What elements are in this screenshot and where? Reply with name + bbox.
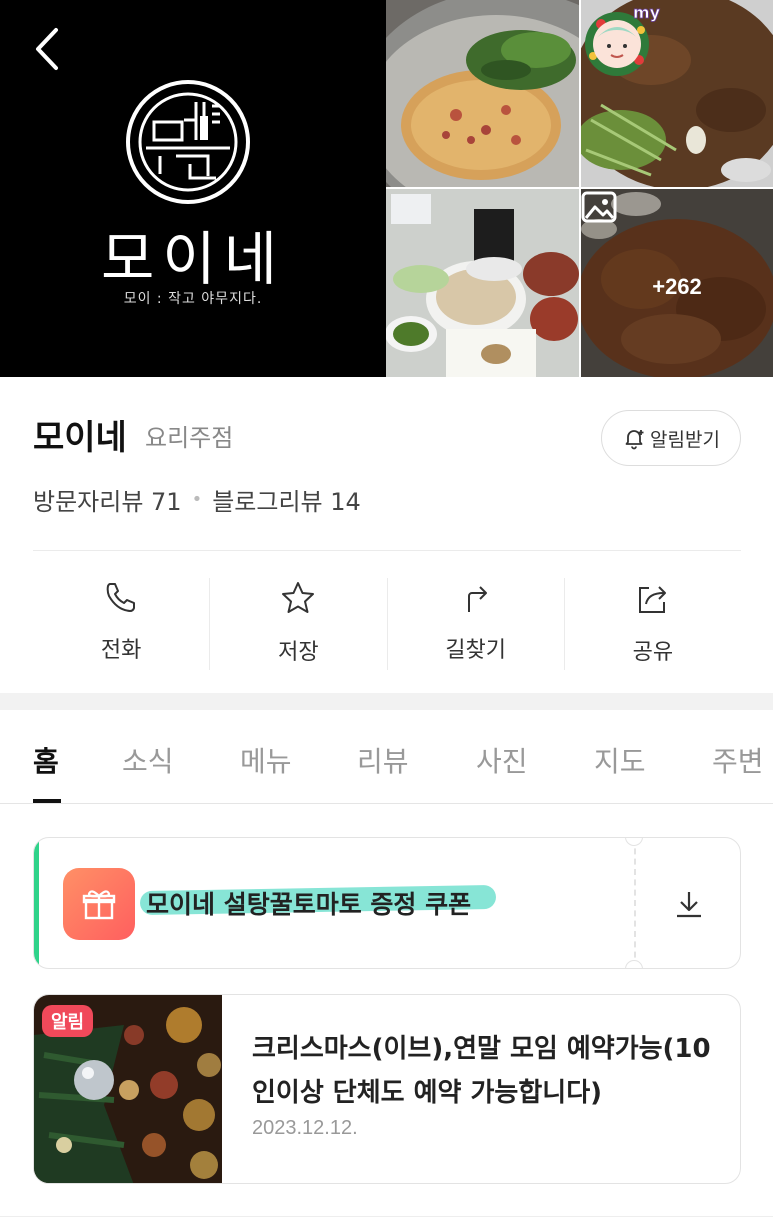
bottom-divider bbox=[0, 1216, 773, 1217]
coupon-accent-bar bbox=[34, 838, 39, 968]
separator-dot: • bbox=[191, 489, 203, 510]
call-label: 전화 bbox=[100, 638, 142, 663]
tab-home[interactable]: 홈 bbox=[33, 740, 59, 780]
logo-tagline: 모이 : 작고 야무지다. bbox=[123, 291, 263, 307]
food-photo-more[interactable]: +262 bbox=[581, 189, 773, 377]
food-photo-2[interactable]: my bbox=[581, 0, 773, 187]
call-button[interactable]: 전화 bbox=[33, 578, 211, 670]
restaurant-logo-emblem bbox=[126, 80, 250, 204]
tab-photos[interactable]: 사진 bbox=[476, 740, 528, 780]
tab-news[interactable]: 소식 bbox=[122, 740, 174, 780]
news-badge: 알림 bbox=[42, 1005, 94, 1037]
share-icon bbox=[638, 586, 666, 613]
divider bbox=[33, 550, 741, 551]
news-card[interactable]: 알림 크리스마스(이브),연말 모임 예약가능(10인이상 단체도 예약 가능합… bbox=[33, 994, 741, 1184]
my-profile-badge[interactable]: my bbox=[581, 0, 661, 80]
notify-button-label: 알림받기 bbox=[650, 428, 720, 451]
action-bar: 전화 저장 길찾기 공유 bbox=[33, 578, 741, 670]
more-photos-overlay[interactable]: +262 bbox=[581, 189, 773, 377]
directions-button[interactable]: 길찾기 bbox=[388, 578, 565, 670]
save-label: 저장 bbox=[278, 640, 319, 665]
news-title: 크리스마스(이브),연말 모임 예약가능(10인이상 단체도 예약 가능합니다) bbox=[252, 1034, 711, 1108]
my-badge-label: my bbox=[633, 3, 661, 22]
directions-icon bbox=[467, 586, 487, 612]
tab-bar: 홈 소식 메뉴 리뷰 사진 지도 주변 bbox=[0, 710, 773, 804]
place-name: 모이네 bbox=[33, 418, 127, 458]
share-label: 공유 bbox=[632, 640, 674, 665]
active-tab-indicator bbox=[33, 799, 61, 803]
coupon-card[interactable]: 모이네 설탕꿀토마토 증정 쿠폰 bbox=[33, 837, 741, 969]
coupon-download-button[interactable] bbox=[636, 838, 740, 968]
coupon-title: 모이네 설탕꿀토마토 증정 쿠폰 bbox=[146, 890, 472, 919]
visitor-reviews-link[interactable]: 방문자리뷰 71 bbox=[33, 482, 182, 517]
news-date: 2023.12.12. bbox=[252, 1117, 358, 1139]
bell-plus-icon bbox=[625, 430, 644, 450]
photo-gallery[interactable]: 모이네 모이 : 작고 야무지다. my +262 bbox=[0, 0, 773, 377]
place-category: 요리주점 bbox=[145, 424, 234, 452]
tab-nearby[interactable]: 주변 bbox=[712, 740, 764, 780]
phone-icon bbox=[106, 583, 136, 612]
tab-reviews[interactable]: 리뷰 bbox=[357, 740, 409, 780]
logo-name: 모이네 bbox=[100, 225, 286, 293]
tab-menu[interactable]: 메뉴 bbox=[240, 740, 292, 780]
more-photos-count: +262 bbox=[652, 274, 702, 299]
section-gap bbox=[0, 693, 773, 710]
food-photo-3[interactable] bbox=[386, 189, 579, 377]
blog-reviews-link[interactable]: 블로그리뷰 14 bbox=[212, 482, 361, 517]
review-summary: 방문자리뷰 71 • 블로그리뷰 14 bbox=[33, 482, 361, 517]
tab-map[interactable]: 지도 bbox=[594, 740, 646, 780]
image-icon bbox=[581, 191, 617, 223]
food-photo-1[interactable] bbox=[386, 0, 579, 187]
back-icon[interactable] bbox=[28, 24, 68, 74]
download-icon bbox=[677, 892, 701, 918]
share-button[interactable]: 공유 bbox=[565, 578, 741, 670]
directions-label: 길찾기 bbox=[445, 638, 506, 663]
gift-icon bbox=[63, 868, 135, 940]
save-button[interactable]: 저장 bbox=[210, 578, 388, 670]
notify-button[interactable]: 알림받기 bbox=[601, 410, 741, 466]
star-icon bbox=[282, 582, 315, 613]
main-photo-logo[interactable]: 모이네 모이 : 작고 야무지다. bbox=[0, 0, 386, 377]
